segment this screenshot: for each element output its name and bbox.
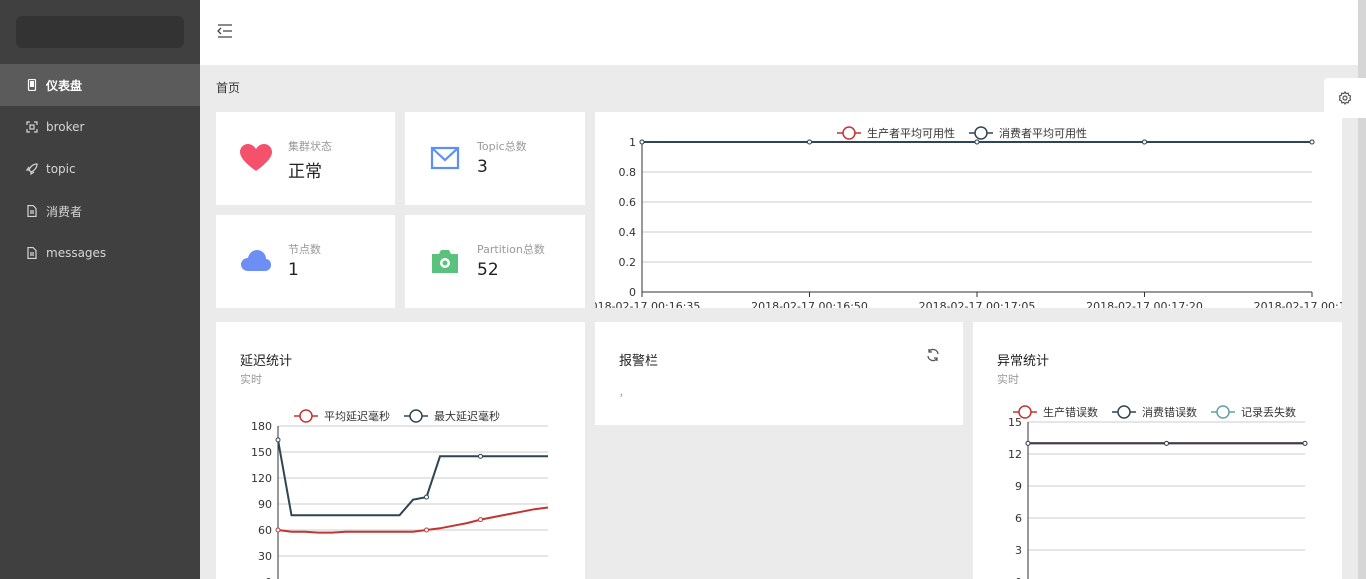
scan-icon bbox=[26, 121, 38, 133]
sidebar-item-label: topic bbox=[46, 162, 76, 176]
heart-icon bbox=[240, 144, 272, 172]
latency-chart: 0306090120150180平均延迟毫秒最大延迟毫秒 bbox=[251, 409, 549, 579]
stat-card-topic-count: Topic总数 3 bbox=[405, 112, 585, 205]
series-line bbox=[277, 506, 549, 534]
y-tick-label: 15 bbox=[1008, 416, 1022, 429]
data-point bbox=[424, 527, 429, 533]
legend-swatch bbox=[842, 126, 856, 140]
y-tick-label: 180 bbox=[251, 420, 272, 433]
y-tick-label: 150 bbox=[251, 446, 272, 459]
stat-card-partition-count: Partition总数 52 bbox=[405, 215, 585, 308]
y-tick-label: 3 bbox=[1015, 544, 1022, 557]
legend-swatch bbox=[974, 126, 988, 140]
legend-label: 生产者平均可用性 bbox=[867, 126, 955, 140]
data-point bbox=[1302, 440, 1308, 446]
data-point bbox=[1025, 440, 1031, 446]
x-tick-label: 2018-02-17 00:16:35 bbox=[595, 300, 700, 308]
y-tick-label: 0.8 bbox=[619, 166, 637, 179]
legend-swatch bbox=[1216, 405, 1230, 419]
stat-value: 52 bbox=[477, 260, 499, 280]
legend-label: 平均延迟毫秒 bbox=[324, 409, 390, 423]
rocket-icon bbox=[26, 163, 38, 175]
y-tick-label: 30 bbox=[258, 550, 272, 563]
availability-chart-card: 0 0.2 0.4 0.6 0.8 1 2018-02-17 00:16:35 2018-02… bbox=[584, 112, 1366, 313]
legend-swatch bbox=[1117, 405, 1131, 419]
legend-swatch bbox=[1018, 405, 1032, 419]
refresh-icon[interactable] bbox=[926, 347, 940, 362]
menu-fold-icon[interactable] bbox=[216, 22, 234, 40]
cloud-icon bbox=[240, 247, 272, 275]
gear-icon bbox=[1338, 91, 1352, 105]
stat-title: 集群状态 bbox=[288, 140, 332, 153]
data-point bbox=[639, 139, 645, 145]
legend-swatch bbox=[299, 409, 313, 423]
sidebar-item-broker[interactable]: broker bbox=[0, 106, 200, 148]
legend-label: 记录丢失数 bbox=[1241, 406, 1296, 419]
sidebar-item-dashboard[interactable]: 仪表盘 bbox=[0, 64, 200, 106]
alert-card: 报警栏 ， bbox=[595, 322, 963, 425]
stat-value: 正常 bbox=[288, 162, 322, 182]
data-point bbox=[478, 517, 483, 523]
legend-label: 最大延迟毫秒 bbox=[434, 409, 500, 423]
y-tick-label: 0.2 bbox=[619, 256, 637, 269]
legend-label: 消费错误数 bbox=[1142, 405, 1197, 419]
sidebar-item-label: messages bbox=[46, 246, 107, 260]
sidebar-item-label: 仪表盘 bbox=[46, 78, 83, 93]
breadcrumb[interactable]: 首页 bbox=[216, 79, 240, 96]
data-point bbox=[807, 139, 812, 145]
sidebar-item-messages[interactable]: messages bbox=[0, 232, 200, 274]
y-tick-label: 6 bbox=[1015, 512, 1022, 525]
panel-title: 报警栏 bbox=[619, 354, 659, 369]
stat-value: 3 bbox=[477, 157, 488, 177]
document-icon bbox=[26, 247, 38, 259]
stat-card-cluster-status: 集群状态 正常 bbox=[216, 112, 395, 205]
sidebar-item-consumer[interactable]: 消费者 bbox=[0, 190, 200, 232]
x-tick-label: 2018-02-17 00:17:35 bbox=[1254, 300, 1342, 308]
document-icon bbox=[26, 205, 38, 217]
error-chart: 03691215生产错误数消费错误数记录丢失数 bbox=[1008, 405, 1308, 579]
data-point bbox=[424, 494, 429, 500]
data-point bbox=[1309, 139, 1315, 145]
y-tick-label: 60 bbox=[258, 524, 272, 537]
legend-label: 消费者平均可用性 bbox=[999, 126, 1087, 140]
stat-value: 1 bbox=[288, 260, 299, 280]
availability-chart: 0 0.2 0.4 0.6 0.8 1 2018-02-17 00:16:35 2018-02… bbox=[584, 126, 1366, 313]
mail-icon bbox=[429, 144, 461, 172]
sidebar-item-topic[interactable]: topic bbox=[0, 148, 200, 190]
error-card: 异常统计 实时 03691215生产错误数消费错误数记录丢失数 bbox=[973, 322, 1342, 579]
stat-title: Topic总数 bbox=[477, 140, 527, 153]
latency-card: 延迟统计 实时 0306090120150180平均延迟毫秒最大延迟毫秒 bbox=[216, 322, 585, 579]
camera-icon bbox=[429, 247, 461, 275]
y-tick-label: 0.4 bbox=[619, 226, 637, 239]
stat-title: 节点数 bbox=[288, 243, 321, 256]
data-point bbox=[478, 453, 483, 459]
y-tick-label: 0 bbox=[629, 286, 636, 299]
alert-content: ， bbox=[619, 388, 629, 399]
data-point bbox=[275, 437, 281, 443]
x-tick-label: 2018-02-17 00:17:20 bbox=[1086, 300, 1203, 308]
stat-card-node-count: 节点数 1 bbox=[216, 215, 395, 308]
top-header bbox=[200, 0, 1358, 65]
y-tick-label: 1 bbox=[629, 136, 636, 149]
y-tick-label: 90 bbox=[258, 498, 272, 511]
sidebar: 仪表盘 broker topic 消费者 messages bbox=[0, 0, 200, 579]
data-point bbox=[1142, 139, 1147, 145]
x-tick-label: 2018-02-17 00:17:05 bbox=[919, 300, 1036, 308]
sidebar-item-label: 消费者 bbox=[46, 204, 83, 219]
sidebar-item-label: broker bbox=[46, 120, 85, 134]
legend-label: 生产错误数 bbox=[1043, 405, 1098, 419]
x-tick-label: 2018-02-17 00:16:50 bbox=[751, 300, 868, 308]
data-point bbox=[275, 527, 281, 533]
stat-title: Partition总数 bbox=[477, 243, 545, 256]
y-tick-label: 0.6 bbox=[619, 196, 637, 209]
data-point bbox=[974, 139, 980, 145]
y-tick-label: 12 bbox=[1008, 448, 1022, 461]
phone-icon bbox=[26, 79, 38, 91]
y-tick-label: 9 bbox=[1015, 480, 1022, 493]
data-point bbox=[1164, 440, 1169, 446]
legend-swatch bbox=[409, 409, 423, 423]
y-tick-label: 120 bbox=[251, 472, 272, 485]
sidebar-menu: 仪表盘 broker topic 消费者 messages bbox=[0, 64, 200, 274]
logo[interactable] bbox=[16, 16, 184, 48]
